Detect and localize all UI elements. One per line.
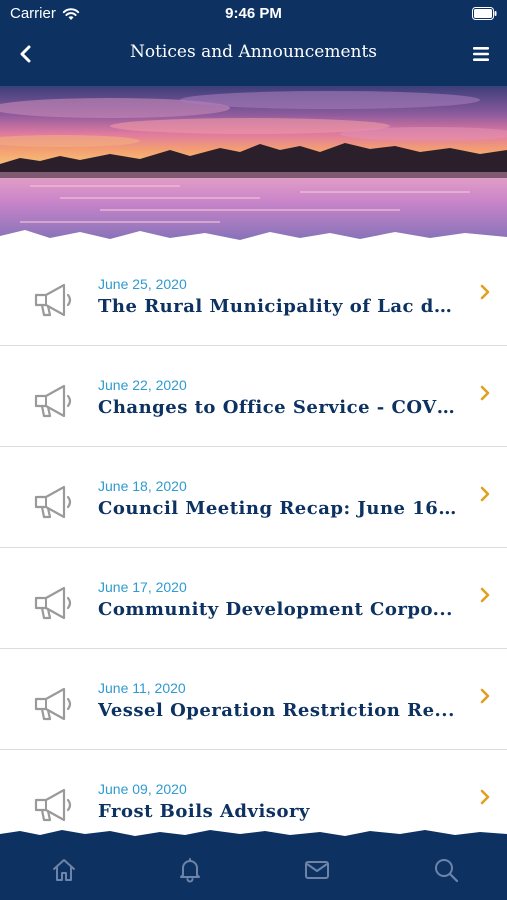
notice-title: The Rural Municipality of Lac du... (98, 296, 458, 317)
chevron-right-icon (480, 688, 490, 704)
navigation-bar: Notices and Announcements (0, 28, 507, 86)
megaphone-icon (34, 283, 72, 317)
notice-title: Changes to Office Service - COVI... (98, 397, 458, 418)
torn-edge-divider (0, 830, 507, 840)
page-title: Notices and Announcements (129, 42, 378, 62)
notice-item[interactable]: June 22, 2020 Changes to Office Service … (0, 347, 507, 447)
search-icon (435, 859, 459, 883)
tab-notifications[interactable] (175, 856, 205, 884)
notice-title: Frost Boils Advisory (98, 801, 310, 822)
menu-button[interactable] (467, 40, 495, 68)
notice-date: June 18, 2020 (98, 478, 187, 494)
notice-title: Council Meeting Recap: June 16, ... (98, 498, 458, 519)
notice-date: June 17, 2020 (98, 579, 187, 595)
notices-list: June 25, 2020 The Rural Municipality of … (0, 246, 507, 836)
tab-bar (0, 830, 507, 900)
notice-date: June 11, 2020 (98, 680, 186, 696)
back-button[interactable] (12, 40, 40, 68)
notice-date: June 25, 2020 (98, 276, 187, 292)
tab-messages[interactable] (302, 856, 332, 884)
sunset-lake-photo (0, 86, 507, 246)
hero-banner (0, 86, 507, 246)
tab-search[interactable] (431, 856, 461, 884)
notice-date: June 22, 2020 (98, 377, 187, 393)
megaphone-icon (34, 384, 72, 418)
notice-item[interactable]: June 17, 2020 Community Development Corp… (0, 549, 507, 649)
hamburger-menu-icon (473, 47, 489, 61)
chevron-right-icon (480, 385, 490, 401)
megaphone-icon (34, 788, 72, 822)
mail-icon (305, 861, 329, 879)
megaphone-icon (34, 485, 72, 519)
notice-item[interactable]: June 09, 2020 Frost Boils Advisory (0, 751, 507, 836)
status-time: 9:46 PM (225, 5, 282, 22)
status-bar: Carrier 9:46 PM (0, 0, 507, 28)
chevron-right-icon (480, 789, 490, 805)
home-icon (53, 859, 75, 881)
chevron-right-icon (480, 284, 490, 300)
bell-icon (180, 858, 200, 883)
notice-title: Vessel Operation Restriction Re... (98, 700, 455, 721)
megaphone-icon (34, 687, 72, 721)
megaphone-icon (34, 586, 72, 620)
chevron-right-icon (480, 486, 490, 502)
notice-date: June 09, 2020 (98, 781, 187, 797)
tab-home[interactable] (49, 856, 79, 884)
chevron-right-icon (480, 587, 490, 603)
notice-item[interactable]: June 25, 2020 The Rural Municipality of … (0, 246, 507, 346)
battery-icon (472, 7, 497, 20)
chevron-left-icon (20, 45, 31, 63)
notice-title: Community Development Corpo... (98, 599, 453, 620)
notice-item[interactable]: June 11, 2020 Vessel Operation Restricti… (0, 650, 507, 750)
notice-item[interactable]: June 18, 2020 Council Meeting Recap: Jun… (0, 448, 507, 548)
